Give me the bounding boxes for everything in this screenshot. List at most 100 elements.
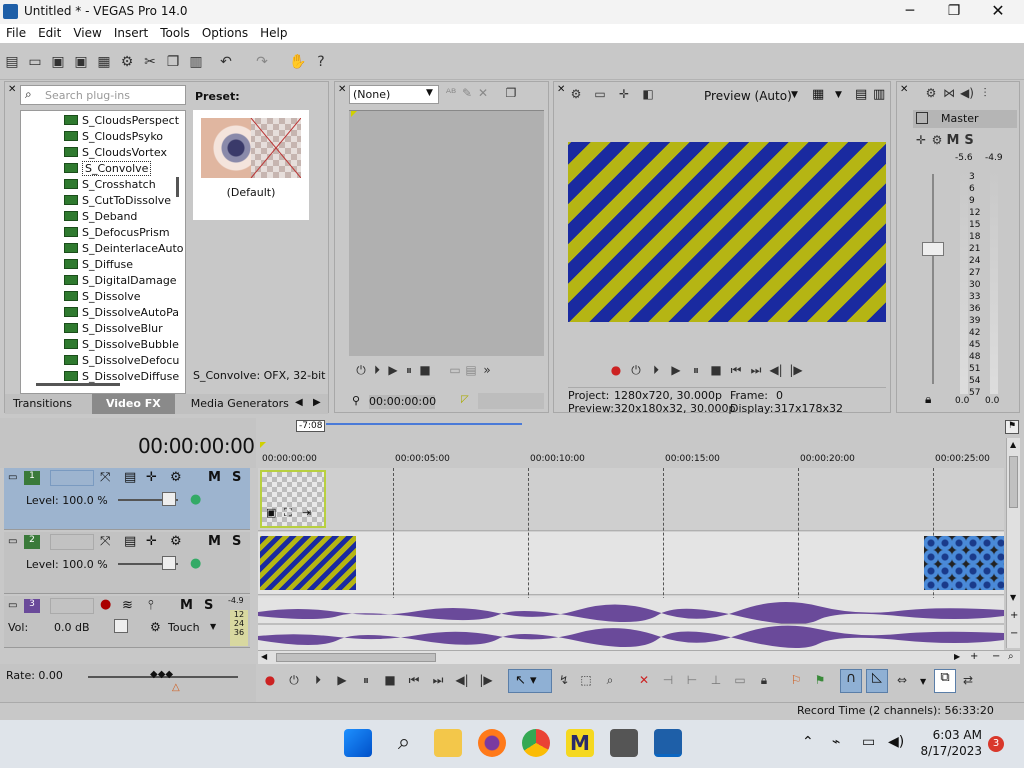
go-to-end-icon[interactable]: ⏭	[430, 672, 446, 688]
mute-button[interactable]: M	[208, 470, 221, 485]
solo-button[interactable]: S	[961, 133, 977, 149]
clock-date[interactable]: 8/17/2023	[918, 744, 982, 758]
track-name-field[interactable]	[50, 534, 94, 550]
zoom-out-h-icon[interactable]: −	[992, 651, 1000, 662]
undo-icon[interactable]: ↶	[217, 53, 235, 71]
lock-icon[interactable]: 🔒︎	[756, 672, 772, 688]
mixer-settings-icon[interactable]: ⫶	[977, 85, 993, 101]
plugin-list-vscrollbar[interactable]	[176, 177, 179, 197]
insert-marker-icon[interactable]: ⚐	[788, 672, 804, 688]
downmix-icon[interactable]: ⋈	[941, 85, 957, 101]
track-motion-icon[interactable]: ⤧	[100, 534, 110, 549]
edit-icon[interactable]: ✎	[459, 85, 475, 101]
menu-edit[interactable]: Edit	[32, 24, 67, 42]
audio-waveform[interactable]	[258, 598, 1004, 650]
menu-options[interactable]: Options	[196, 24, 254, 42]
help-icon[interactable]: ?	[312, 53, 330, 71]
track-header-1[interactable]: ▭ 1 ⤧ ▤ ✛ ⚙ M S Level: 100.0 % ●	[4, 468, 250, 530]
automation-mode[interactable]: Touch	[168, 621, 200, 634]
pause-icon[interactable]: ⏸	[358, 672, 374, 688]
tab-transitions[interactable]: Transitions	[5, 394, 80, 414]
master-fader-handle[interactable]	[922, 242, 944, 256]
snapping-button[interactable]: ∩	[840, 669, 862, 693]
preview-quality-dropdown[interactable]: Preview (Auto)	[704, 89, 792, 103]
video-event-pattern[interactable]	[924, 536, 1004, 590]
stop-icon[interactable]: ■	[708, 362, 724, 378]
save-snapshot-icon[interactable]: ▥	[873, 87, 885, 102]
track-fx-icon[interactable]: ▤	[124, 470, 136, 485]
video-event-stripes[interactable]	[260, 536, 356, 590]
scroll-down-icon[interactable]: ▼	[1010, 593, 1016, 602]
tab-media-generators[interactable]: Media Generators	[183, 394, 297, 414]
preset-thumbnail-card[interactable]: (Default)	[193, 110, 309, 220]
delete-icon[interactable]: ✕	[636, 672, 652, 688]
track-motion-icon[interactable]: ⤧	[100, 470, 110, 485]
plugin-list-hscrollbar[interactable]	[36, 383, 120, 386]
external-monitor-icon[interactable]: ▭	[592, 86, 608, 102]
delete-icon[interactable]: ✕	[475, 85, 491, 101]
plugin-item[interactable]: S_CloudsPsyko	[60, 129, 185, 145]
normal-edit-tool[interactable]: ↖ ▾	[508, 669, 552, 693]
preview-properties-icon[interactable]: ⚙	[568, 86, 584, 102]
track-fx-icon[interactable]: ▤	[124, 534, 136, 549]
plugin-item[interactable]: S_CloudsVortex	[60, 145, 185, 161]
play-icon[interactable]: ▶	[385, 362, 401, 378]
trimmer-dropdown[interactable]: (None) ▼	[349, 85, 439, 104]
invert-phase-icon[interactable]: ≋	[122, 598, 133, 613]
mute-button[interactable]: M	[208, 534, 221, 549]
copy-snapshot-icon[interactable]: ▤	[855, 87, 867, 102]
scroll-up-icon[interactable]: ▲	[1010, 440, 1016, 449]
trim-end-icon[interactable]: ⊢	[684, 672, 700, 688]
track-name-field[interactable]	[50, 598, 94, 614]
minimize-icon[interactable]: ─	[896, 0, 924, 24]
notification-badge[interactable]: 3	[988, 736, 1004, 752]
tab-scroll-left-icon[interactable]: ◀	[295, 397, 303, 408]
overwrite-icon[interactable]: ▤	[463, 362, 479, 378]
split-view-icon[interactable]: ◧	[640, 86, 656, 102]
menu-help[interactable]: Help	[254, 24, 293, 42]
zoom-out-v-icon[interactable]: −	[1010, 628, 1018, 639]
plugin-item[interactable]: S_Crosshatch	[60, 177, 185, 193]
track-settings-icon[interactable]: ⚙	[170, 534, 182, 549]
render-icon[interactable]: ▦	[95, 53, 113, 71]
cut-icon[interactable]: ✂	[141, 53, 159, 71]
timeline-hscroll[interactable]: ◀ ▶ + − ⌕	[258, 650, 1020, 664]
scroll-left-icon[interactable]: ◀	[261, 652, 267, 661]
scrub-handle[interactable]: ◆◆◆	[150, 669, 173, 680]
track-header-2[interactable]: ▭ 2 ⤧ ▤ ✛ ⚙ M S Level: 100.0 % ●	[4, 532, 250, 594]
compositing-icon[interactable]: ✛	[146, 534, 157, 549]
fx-icon[interactable]: ⚙	[929, 132, 945, 148]
play-from-start-icon[interactable]: ⏵	[369, 362, 385, 378]
maximize-icon[interactable]: ❐	[940, 0, 968, 24]
go-to-end-icon[interactable]: ⏭	[748, 362, 764, 378]
play-from-start-icon[interactable]: ⏵	[648, 362, 664, 378]
solo-button[interactable]: S	[232, 470, 241, 485]
tray-chevron-icon[interactable]: ⌃	[802, 734, 814, 750]
loop-region-bar[interactable]	[326, 423, 522, 425]
insert-region-icon[interactable]: ⚑	[812, 672, 828, 688]
scroll-right-icon[interactable]: ▶	[954, 652, 960, 661]
track-header-3[interactable]: ▭ 3 ● ≋ ⫯ M S -4.9 Vol: 0.0 dB ⚙ Touch ▼…	[4, 596, 250, 648]
paste-icon[interactable]: ▥	[187, 53, 205, 71]
plugin-item[interactable]: S_CutToDissolve	[60, 193, 185, 209]
quality-chevron-icon[interactable]: ▼	[791, 90, 798, 100]
composite-mode-icon[interactable]: ●	[190, 556, 201, 571]
event-crop-icon[interactable]: ⛶	[284, 506, 292, 520]
trimmer-close-icon[interactable]: ✕	[338, 84, 346, 95]
auto-crossfade-button[interactable]: ◺	[866, 669, 888, 693]
next-frame-icon[interactable]: |▶	[478, 672, 494, 688]
hscroll-thumb[interactable]	[276, 653, 436, 662]
master-close-icon[interactable]: ✕	[900, 84, 908, 95]
automation-icon[interactable]: ⚙	[150, 620, 161, 634]
save-icon[interactable]: ▣	[49, 53, 67, 71]
zoom-tool-icon[interactable]: ⌕	[1008, 651, 1014, 662]
play-icon[interactable]: ▶	[334, 672, 350, 688]
open-icon[interactable]: ▭	[26, 53, 44, 71]
selection-tool-icon[interactable]: ⬚	[578, 672, 594, 688]
pan-icon[interactable]: ✛	[913, 132, 929, 148]
compositing-icon[interactable]: ✛	[146, 470, 157, 485]
file-explorer-icon[interactable]	[434, 729, 462, 757]
split-icon[interactable]: ⊥	[708, 672, 724, 688]
event-fx-icon[interactable]: ⇥	[302, 506, 311, 519]
track-name-field[interactable]	[50, 470, 94, 486]
